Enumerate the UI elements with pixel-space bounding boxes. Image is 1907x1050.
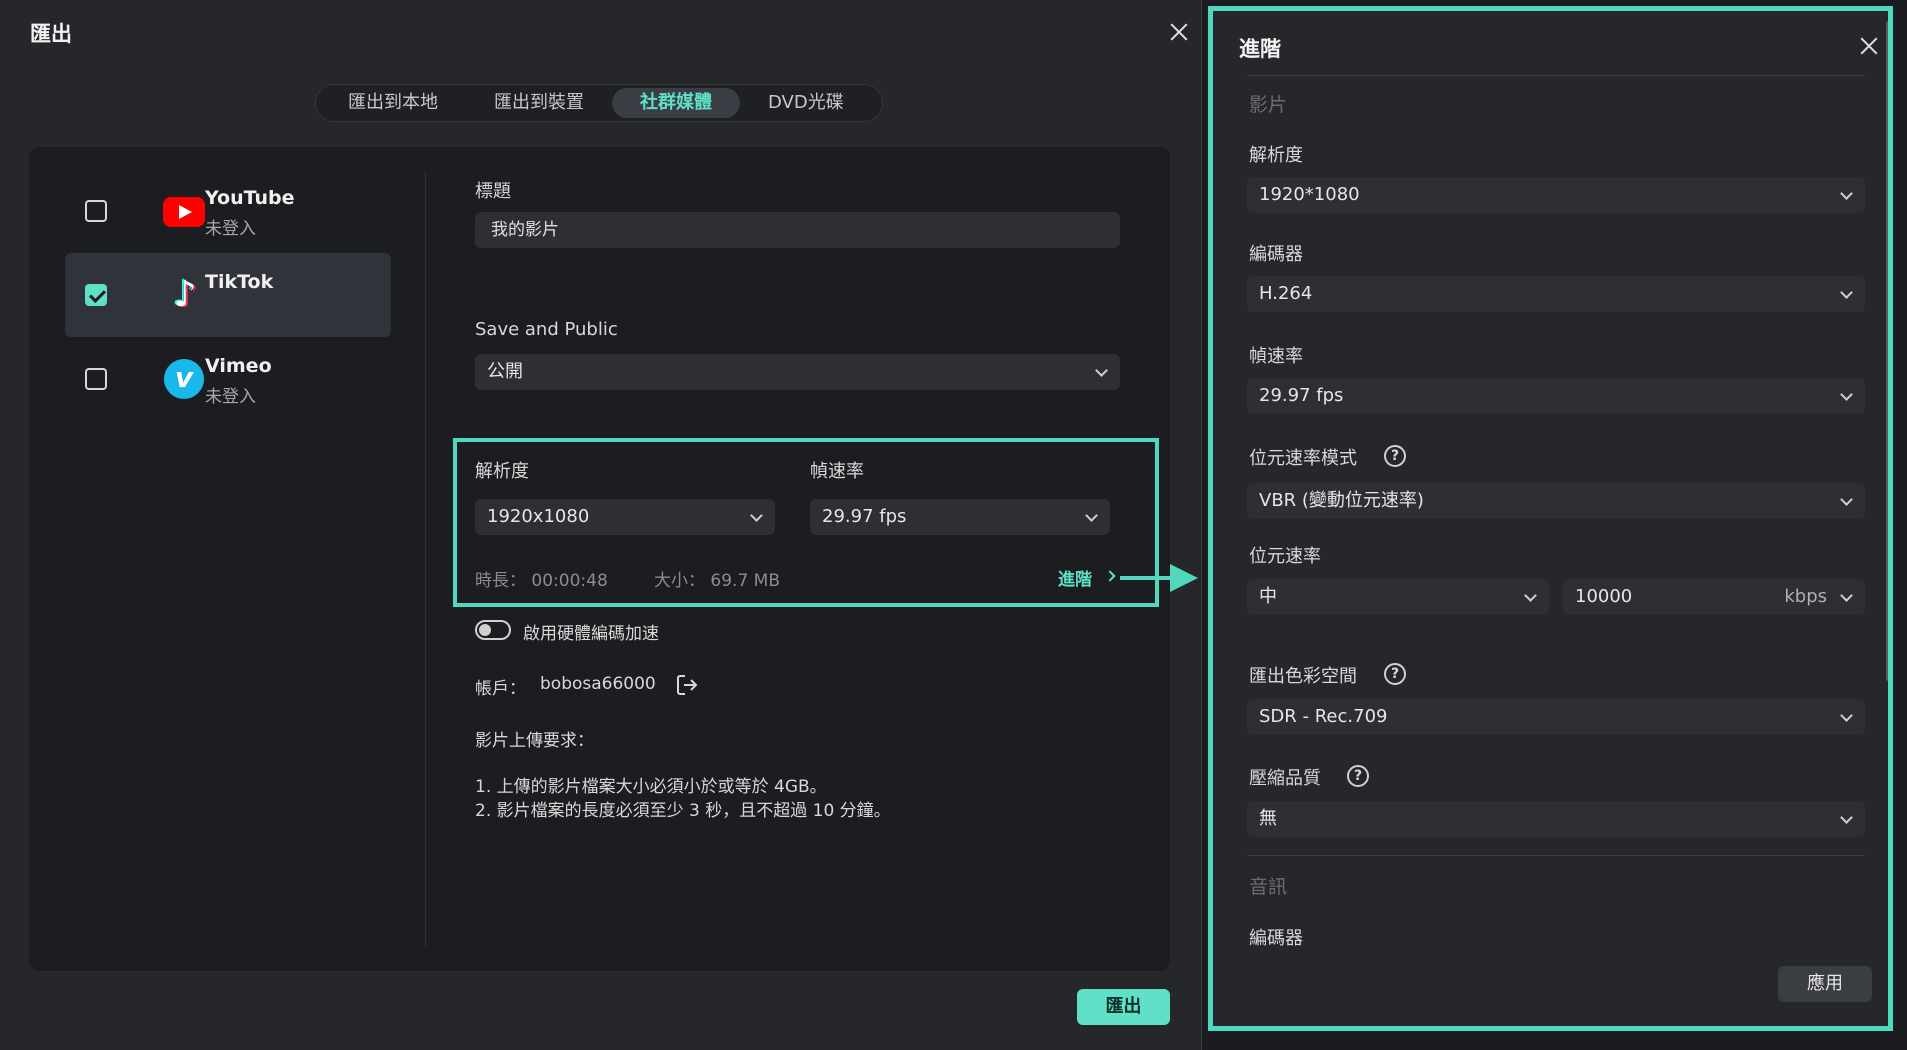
tab-export-local[interactable]: 匯出到本地 xyxy=(320,88,466,118)
close-icon[interactable] xyxy=(1164,17,1194,47)
divider xyxy=(1247,855,1865,856)
help-icon[interactable]: ? xyxy=(1384,663,1406,685)
framerate-value: 29.97 fps xyxy=(1259,385,1344,406)
requirements-title: 影片上傳要求： xyxy=(475,731,594,751)
vimeo-checkbox[interactable] xyxy=(85,368,107,390)
chevron-down-icon xyxy=(750,509,763,522)
platform-status: 未登入 xyxy=(205,219,256,239)
dialog-title: 匯出 xyxy=(30,22,72,46)
chevron-down-icon xyxy=(1840,589,1853,602)
chevron-down-icon xyxy=(1840,493,1853,506)
platform-item-vimeo[interactable]: v Vimeo 未登入 xyxy=(65,337,391,421)
encoder-label: 編碼器 xyxy=(1249,244,1303,265)
platform-status: 未登入 xyxy=(205,387,256,407)
framerate-value: 29.97 fps xyxy=(822,506,907,527)
apply-button[interactable]: 應用 xyxy=(1778,966,1872,1002)
tab-export-device[interactable]: 匯出到裝置 xyxy=(466,88,612,118)
tiktok-checkbox[interactable] xyxy=(85,284,107,306)
help-icon[interactable]: ? xyxy=(1347,765,1369,787)
divider xyxy=(425,171,426,947)
bitrate-mode-label: 位元速率模式 xyxy=(1249,448,1357,469)
arrow-icon xyxy=(1120,576,1176,580)
platform-item-youtube[interactable]: YouTube 未登入 xyxy=(65,169,391,253)
duration-text: 時長： 00:00:48 xyxy=(475,571,608,591)
privacy-value: 公開 xyxy=(487,361,523,382)
help-icon[interactable]: ? xyxy=(1384,445,1406,467)
export-tabs: 匯出到本地 匯出到裝置 社群媒體 DVD光碟 xyxy=(315,84,883,122)
tab-dvd[interactable]: DVD光碟 xyxy=(740,88,872,118)
chevron-down-icon xyxy=(1095,364,1108,377)
bitrate-mode-value: VBR (變動位元速率) xyxy=(1259,490,1424,511)
account-value: bobosa66000 xyxy=(540,674,656,694)
title-label: 標題 xyxy=(475,181,511,202)
tiktok-logo-icon: ♪ xyxy=(173,274,197,315)
chevron-down-icon xyxy=(1840,388,1853,401)
logout-icon[interactable] xyxy=(674,672,700,698)
compression-label: 壓縮品質 xyxy=(1249,768,1321,789)
advanced-link[interactable]: 進階 xyxy=(1058,565,1092,590)
chevron-down-icon xyxy=(1840,811,1853,824)
chevron-down-icon xyxy=(1524,589,1537,602)
divider xyxy=(1247,75,1865,76)
bitrate-label: 位元速率 xyxy=(1249,546,1321,567)
privacy-select[interactable]: 公開 xyxy=(475,354,1120,390)
hw-accel-label: 啟用硬體編碼加速 xyxy=(523,624,659,644)
color-space-label: 匯出色彩空間 xyxy=(1249,666,1357,687)
arrow-head-icon xyxy=(1170,564,1198,592)
video-section-heading: 影片 xyxy=(1249,94,1288,116)
framerate-select[interactable]: 29.97 fps xyxy=(1247,378,1865,414)
account-label: 帳戶： xyxy=(475,679,526,699)
chevron-down-icon xyxy=(1840,709,1853,722)
close-icon[interactable] xyxy=(1854,31,1884,61)
framerate-select[interactable]: 29.97 fps xyxy=(810,499,1110,535)
advanced-panel: 進階 影片 解析度 1920*1080 編碼器 H.264 幀速率 29.97 … xyxy=(1208,6,1893,1031)
resolution-value: 1920*1080 xyxy=(1259,184,1360,205)
platform-name: YouTube xyxy=(205,187,295,209)
framerate-label: 幀速率 xyxy=(810,461,864,482)
compression-select[interactable]: 無 xyxy=(1247,801,1865,837)
platform-item-tiktok[interactable]: ♪ TikTok xyxy=(65,253,391,337)
hw-accel-toggle[interactable] xyxy=(475,620,511,640)
export-button[interactable]: 匯出 xyxy=(1077,989,1170,1025)
compression-value: 無 xyxy=(1259,808,1277,829)
chevron-down-icon xyxy=(1840,187,1853,200)
color-space-select[interactable]: SDR - Rec.709 xyxy=(1247,699,1865,735)
vimeo-logo-icon: v xyxy=(164,359,204,399)
size-text: 大小： 69.7 MB xyxy=(654,571,780,591)
youtube-logo-icon xyxy=(163,197,205,227)
bitrate-value: 10000 xyxy=(1575,586,1633,607)
bitrate-value-input[interactable]: 10000 kbps xyxy=(1563,579,1865,615)
bitrate-level-select[interactable]: 中 xyxy=(1247,579,1549,615)
audio-section-heading: 音訊 xyxy=(1249,876,1288,898)
encoder-select[interactable]: H.264 xyxy=(1247,276,1865,312)
title-input[interactable]: 我的影片 xyxy=(475,212,1120,248)
framerate-label: 幀速率 xyxy=(1249,346,1303,367)
encoder-value: H.264 xyxy=(1259,283,1313,304)
resolution-select[interactable]: 1920x1080 xyxy=(475,499,775,535)
chevron-down-icon xyxy=(1840,286,1853,299)
platform-name: TikTok xyxy=(205,271,274,293)
resolution-select[interactable]: 1920*1080 xyxy=(1247,177,1865,213)
bitrate-level-value: 中 xyxy=(1259,586,1277,607)
panel-title: 進階 xyxy=(1239,37,1281,61)
resolution-label: 解析度 xyxy=(475,461,529,482)
youtube-checkbox[interactable] xyxy=(85,200,107,222)
resolution-value: 1920x1080 xyxy=(487,506,590,527)
export-dialog: 匯出 匯出到本地 匯出到裝置 社群媒體 DVD光碟 YouTube 未登入 ♪ … xyxy=(0,0,1202,1050)
requirement-item: 1. 上傳的影片檔案大小必須小於或等於 4GB。 xyxy=(475,777,827,797)
platform-name: Vimeo xyxy=(205,355,272,377)
requirement-item: 2. 影片檔案的長度必須至少 3 秒，且不超過 10 分鐘。 xyxy=(475,801,891,821)
resolution-label: 解析度 xyxy=(1249,145,1303,166)
audio-encoder-label: 編碼器 xyxy=(1249,928,1303,949)
scrollbar[interactable] xyxy=(1886,21,1888,681)
color-space-value: SDR - Rec.709 xyxy=(1259,706,1388,727)
privacy-label: Save and Public xyxy=(475,319,618,340)
tab-social-media[interactable]: 社群媒體 xyxy=(612,88,740,118)
bitrate-mode-select[interactable]: VBR (變動位元速率) xyxy=(1247,483,1865,519)
bitrate-unit: kbps xyxy=(1784,586,1827,607)
chevron-down-icon xyxy=(1085,509,1098,522)
